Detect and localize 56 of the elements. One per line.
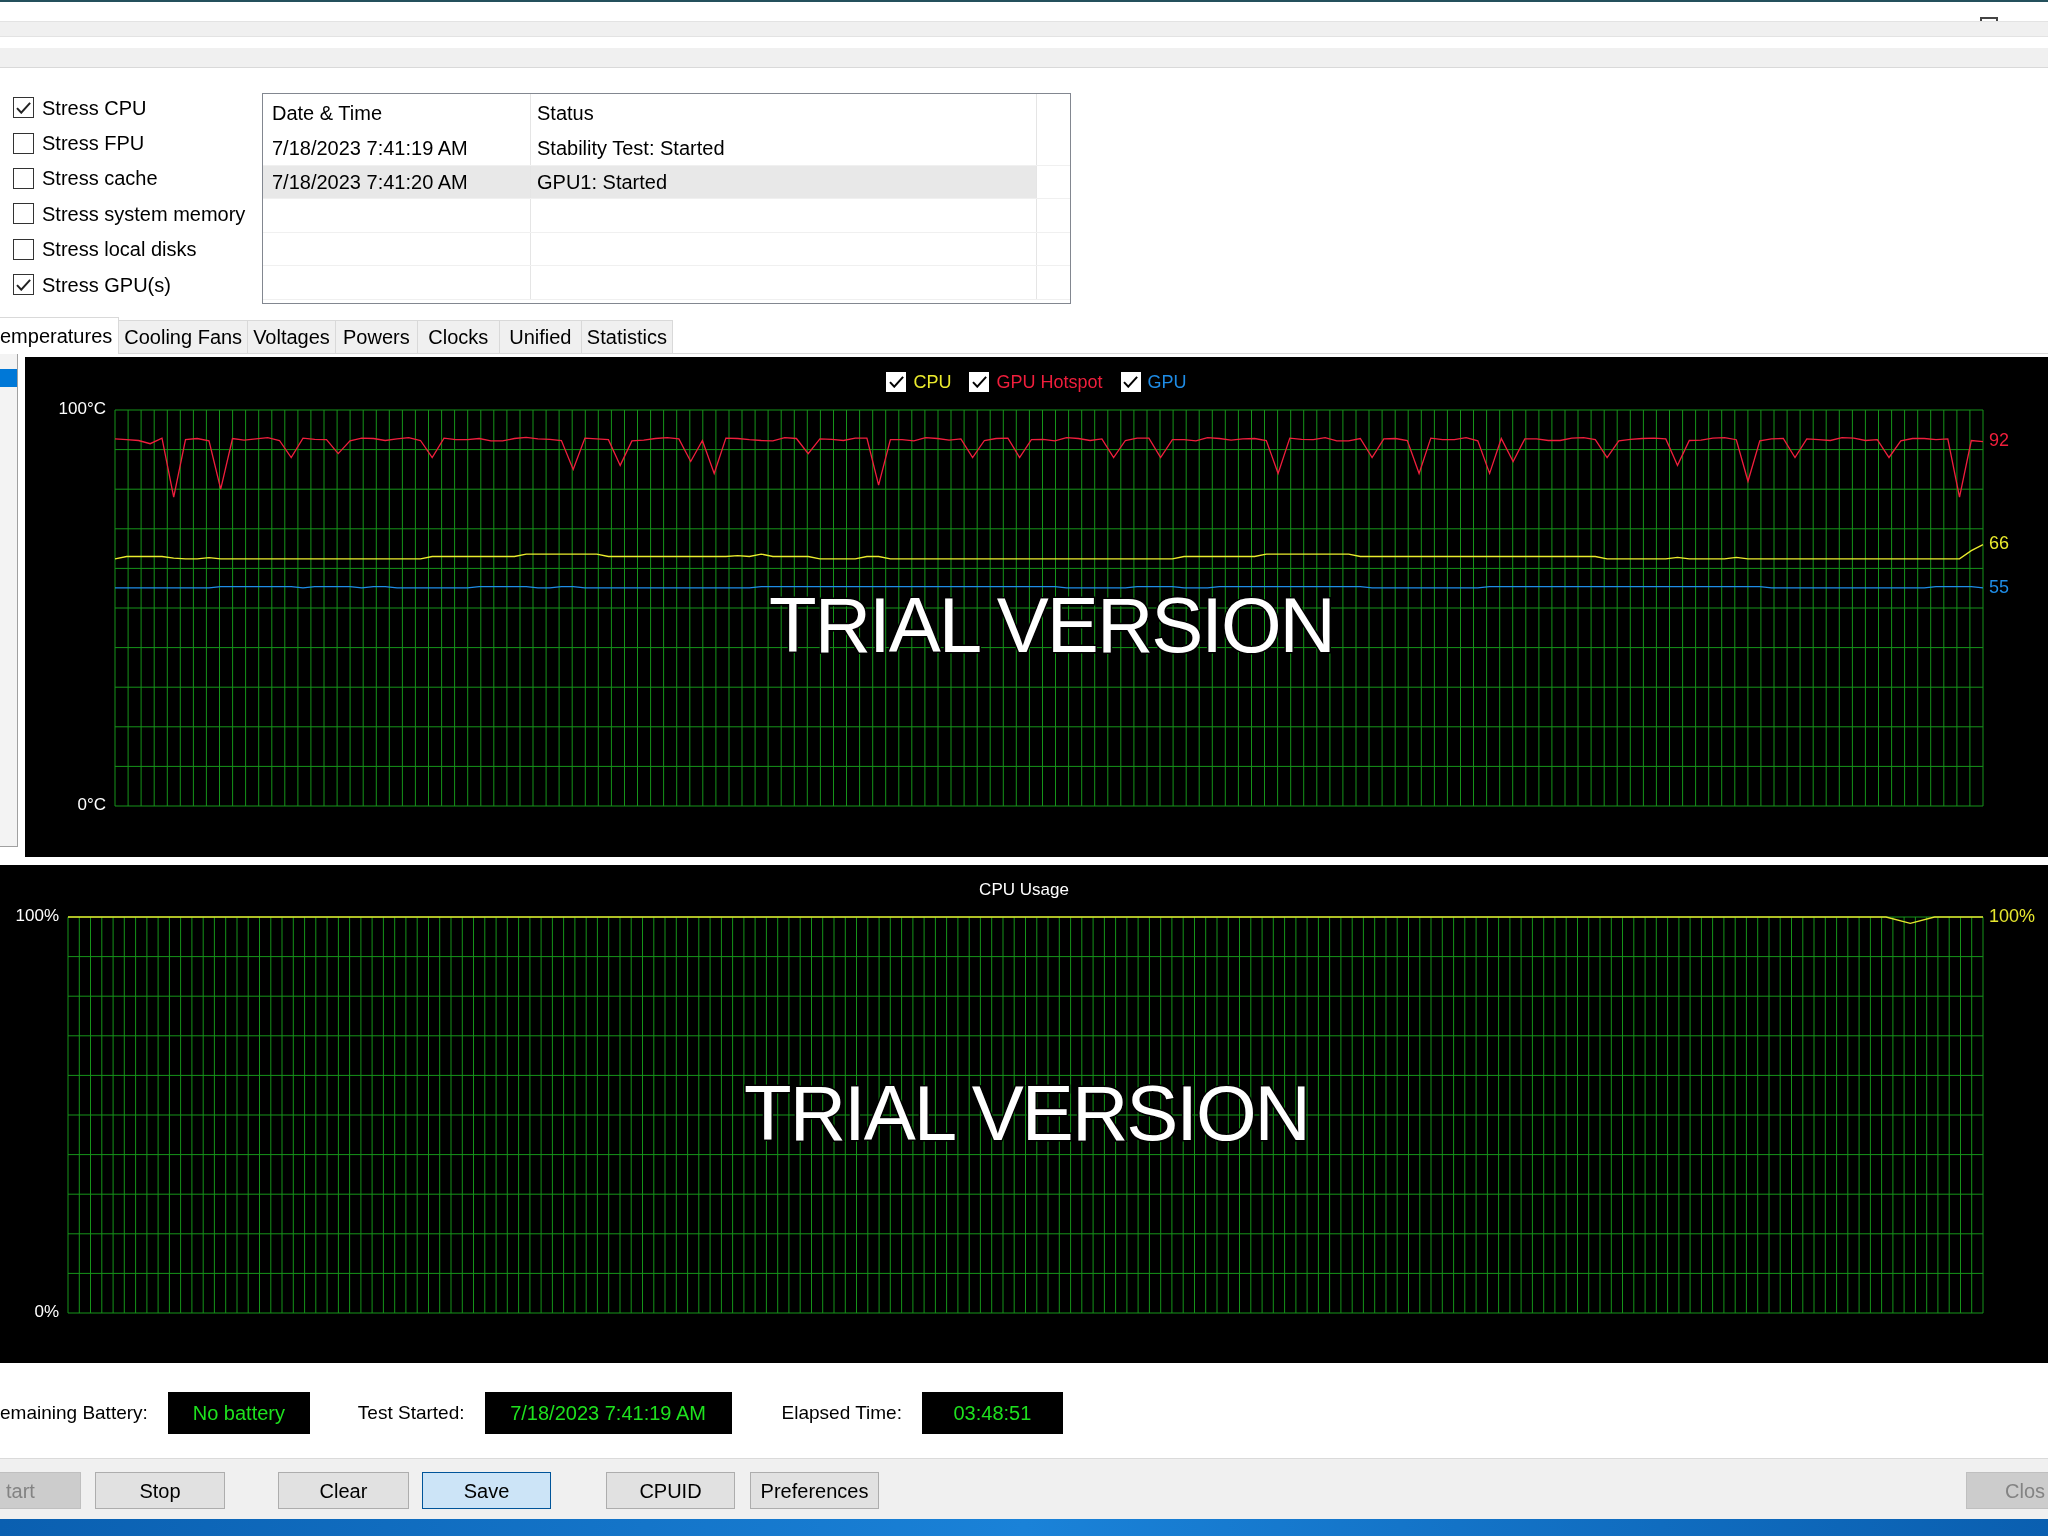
legend-checkbox[interactable] <box>969 372 990 392</box>
status-value: 7/18/2023 7:41:19 AM <box>484 1392 732 1434</box>
check-icon <box>1123 376 1138 388</box>
checkbox[interactable] <box>13 97 34 119</box>
action-button[interactable]: Stop <box>95 1472 225 1509</box>
tab[interactable]: Powers <box>335 320 418 353</box>
status-value: 03:48:51 <box>921 1392 1063 1434</box>
checkbox[interactable] <box>13 238 34 260</box>
table-cell: GPU1: Started <box>531 165 1037 198</box>
legend-label: CPU <box>913 373 952 391</box>
tab[interactable]: Voltages <box>248 320 336 353</box>
option-label: Stress cache <box>42 168 158 189</box>
option-label: Stress GPU(s) <box>42 274 171 295</box>
legend-label: GPU <box>1147 373 1187 391</box>
tab[interactable]: Clocks <box>417 320 500 353</box>
value-label: 66 <box>1989 533 2010 554</box>
legend-checkbox[interactable] <box>1120 372 1141 392</box>
legend-checkbox[interactable] <box>886 372 907 392</box>
axis-label: 0% <box>34 1302 59 1322</box>
action-button[interactable]: CPUID <box>606 1472 735 1509</box>
table-cell: Stability Test: Started <box>531 132 1037 165</box>
tab[interactable]: Cooling Fans <box>119 320 249 353</box>
legend-label: GPU Hotspot <box>996 373 1103 391</box>
checkbox[interactable] <box>13 203 34 225</box>
axis-label: 100% <box>15 906 59 926</box>
checkbox[interactable] <box>13 167 34 189</box>
table-cell: 7/18/2023 7:41:19 AM <box>263 132 531 165</box>
axis-label: 0°C <box>77 795 106 815</box>
field-label: Elapsed Time: <box>781 1400 902 1425</box>
option-label: Stress FPU <box>42 133 145 154</box>
tab[interactable]: Statistics <box>581 320 673 353</box>
status-value: No battery <box>167 1392 310 1434</box>
action-button[interactable]: Preferences <box>750 1472 879 1509</box>
table-row[interactable]: 7/18/2023 7:41:19 AM Stability Test: Started <box>263 132 1037 166</box>
field-label: Test Started: <box>357 1400 465 1425</box>
tab[interactable]: emperatures <box>0 317 120 354</box>
value-label: 92 <box>1989 430 2010 451</box>
checkbox[interactable] <box>13 132 34 154</box>
option-label: Stress system memory <box>42 203 246 224</box>
field-label: emaining Battery: <box>0 1400 148 1425</box>
check-icon <box>16 101 31 114</box>
table-row[interactable]: 7/18/2023 7:41:20 AM GPU1: Started <box>263 165 1037 199</box>
axis-label: 100°C <box>58 399 106 419</box>
value-label: 55 <box>1989 576 2010 597</box>
option-label: Stress local disks <box>42 239 197 260</box>
check-icon <box>888 376 904 388</box>
table-cell: 7/18/2023 7:41:20 AM <box>263 165 531 198</box>
check-icon <box>971 376 987 388</box>
checkbox[interactable] <box>13 274 34 296</box>
value-label: 100% <box>1989 905 2036 926</box>
option-label: Stress CPU <box>42 97 147 118</box>
chart-title: CPU Usage <box>979 880 1069 900</box>
action-button[interactable]: Clear <box>278 1472 409 1509</box>
check-icon <box>16 278 31 291</box>
action-button[interactable]: Save <box>422 1472 551 1509</box>
tab[interactable]: Unified <box>499 320 582 353</box>
